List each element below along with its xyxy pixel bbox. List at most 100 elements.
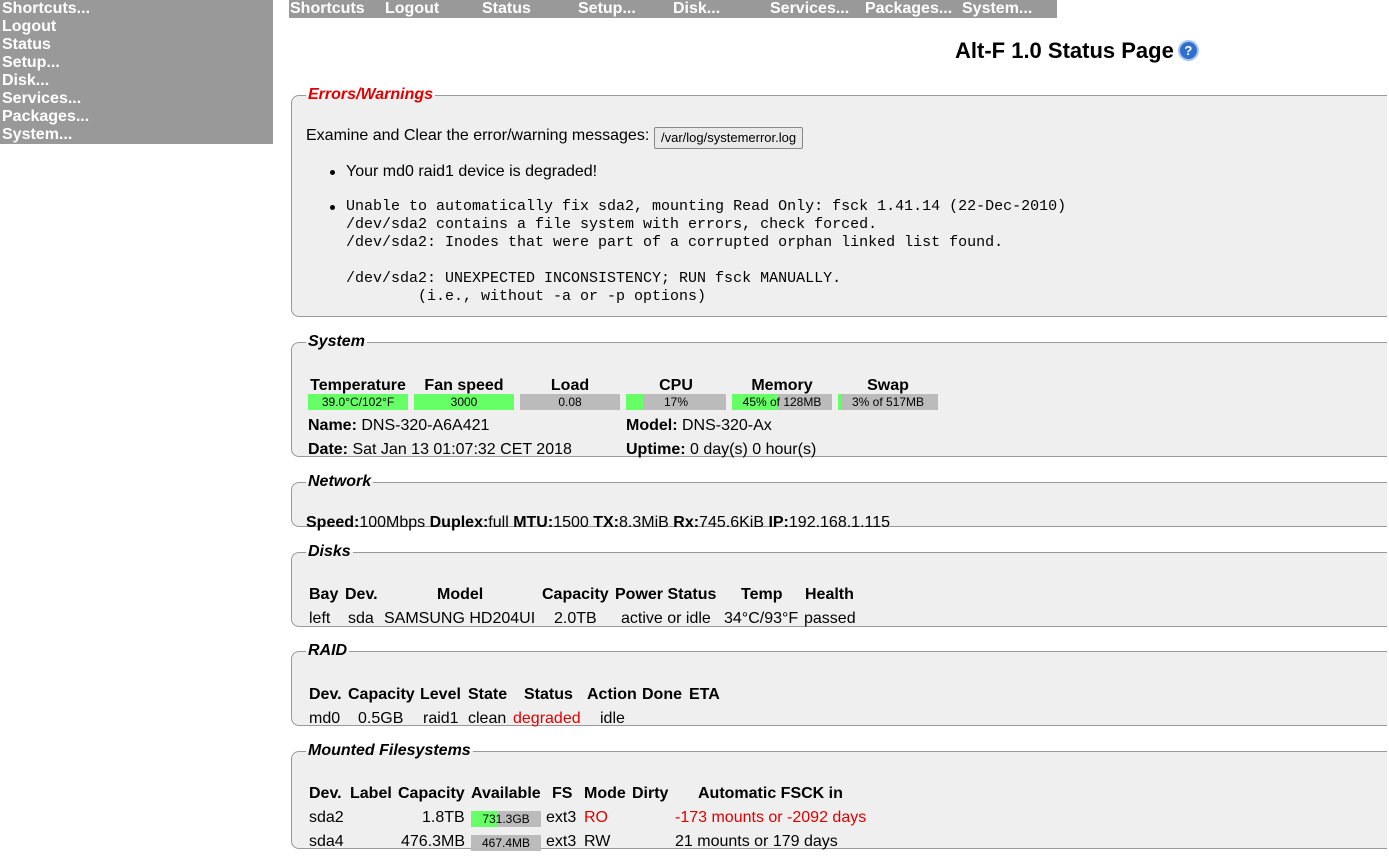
disk-power-status: active or idle	[621, 610, 711, 627]
top-menu-logout[interactable]: Logout	[385, 0, 439, 17]
fs-row2-dev: sda4	[309, 833, 344, 850]
gauge-label-0: Temperature	[310, 377, 406, 394]
gauge-bar-3: 17%	[626, 394, 726, 410]
disks-header-power: Power Status	[615, 586, 717, 603]
fs-row1-available: 731.3GB	[482, 812, 530, 826]
name-value: DNS-320-A6A421	[356, 417, 490, 434]
raid-level: raid1	[423, 710, 459, 727]
fs-header-fs: FS	[552, 785, 573, 802]
filesystems-panel: Mounted Filesystems Dev. Label Capacity …	[291, 742, 1387, 851]
disk-temp: 34°C/93°F	[724, 610, 799, 627]
sidebar-item-shortcuts[interactable]: Shortcuts...	[0, 0, 273, 18]
fs-row1-fs: ext3	[546, 809, 577, 826]
fs-header-capacity: Capacity	[398, 785, 465, 802]
disk-dev: sda	[348, 610, 374, 627]
duplex-label: Duplex:	[429, 514, 489, 531]
sidebar-menu: Shortcuts... Logout Status Setup... Disk…	[0, 0, 273, 144]
top-menu-system[interactable]: System...	[962, 0, 1032, 17]
disks-header-model: Model	[437, 586, 484, 603]
raid-header-dev: Dev.	[309, 686, 342, 703]
fs-row1-available-bar: 731.3GB	[471, 811, 541, 827]
raid-header-status: Status	[524, 686, 573, 703]
sidebar-item-disk[interactable]: Disk...	[0, 72, 273, 90]
raid-status: degraded	[513, 710, 581, 727]
fs-row2-available-bar: 467.4MB	[471, 835, 541, 851]
gauge-label-5: Swap	[867, 377, 909, 394]
fs-row2-available: 467.4MB	[481, 836, 531, 850]
fs-header-available: Available	[471, 785, 541, 802]
sidebar-item-packages[interactable]: Packages...	[0, 108, 273, 126]
gauge-label-2: Load	[550, 377, 590, 394]
fs-row2-fs: ext3	[546, 833, 577, 850]
rx-label: Rx:	[673, 514, 700, 531]
top-menu-shortcuts[interactable]: Shortcuts	[290, 0, 365, 17]
network-info: Speed:100Mbps Duplex:full MTU:1500 TX:8.…	[306, 514, 890, 532]
uptime-value: 0 day(s) 0 hour(s)	[685, 441, 817, 458]
disk-capacity: 2.0TB	[554, 610, 597, 627]
date-value: Sat Jan 13 01:07:32 CET 2018	[348, 441, 572, 458]
gauge-bar-4: 45% of 128MB	[732, 394, 832, 410]
disks-header-health: Health	[805, 586, 854, 603]
name-row: Name: DNS-320-A6A421	[308, 417, 489, 435]
disk-health: passed	[804, 610, 856, 627]
sidebar-item-services[interactable]: Services...	[0, 90, 273, 108]
fs-row2-fsck: 21 mounts or 179 days	[675, 833, 838, 850]
top-menu-disk[interactable]: Disk...	[673, 0, 720, 17]
date-label: Date:	[308, 441, 349, 458]
model-value: DNS-320-Ax	[677, 417, 772, 434]
disks-header-temp: Temp	[741, 586, 783, 603]
ip-value: 192.168.1.115	[788, 514, 891, 531]
network-panel: Network Speed:100Mbps Duplex:full MTU:15…	[291, 473, 1387, 531]
raid-header-eta: ETA	[689, 686, 720, 703]
error-message-fsck: Unable to automatically fix sda2, mounti…	[329, 198, 1067, 305]
network-legend: Network	[308, 473, 372, 490]
ip-label: IP:	[768, 514, 789, 531]
gauge-value-2: 0.08	[558, 395, 582, 409]
page-title: Alt-F 1.0 Status Page?	[955, 38, 1197, 64]
raid-capacity: 0.5GB	[358, 710, 404, 727]
sidebar-item-status[interactable]: Status	[0, 36, 273, 54]
disks-legend: Disks	[308, 543, 351, 560]
speed-value: 100Mbps	[359, 514, 426, 531]
gauge-bar-2: 0.08	[520, 394, 620, 410]
system-panel: System Temperature 39.0°C/102°F Fan speed 3…	[291, 333, 1387, 458]
gauge-bar-0: 39.0°C/102°F	[308, 394, 408, 410]
raid-action: idle	[600, 710, 625, 727]
examine-text: Examine and Clear the error/warning mess…	[306, 127, 650, 144]
errors-panel: Errors/Warnings Examine and Clear the er…	[291, 86, 1387, 317]
raid-dev: md0	[309, 710, 341, 727]
sidebar-item-logout[interactable]: Logout	[0, 18, 273, 36]
fs-header-dev: Dev.	[309, 785, 342, 802]
mtu-label: MTU:	[513, 514, 554, 531]
top-menu-services[interactable]: Services...	[770, 0, 849, 17]
fs-row1-fsck: -173 mounts or -2092 days	[675, 809, 867, 826]
sidebar-item-setup[interactable]: Setup...	[0, 54, 273, 72]
gauge-value-4: 45% of 128MB	[742, 395, 822, 409]
rx-value: 745.6KiB	[699, 514, 764, 531]
system-legend: System	[308, 333, 365, 350]
gauge-bar-5: 3% of 517MB	[838, 394, 938, 410]
errors-legend: Errors/Warnings	[308, 86, 434, 103]
fs-row1-dev: sda2	[309, 809, 344, 826]
top-menu-status[interactable]: Status	[482, 0, 531, 17]
filesystems-legend: Mounted Filesystems	[308, 742, 471, 759]
top-menu-packages[interactable]: Packages...	[865, 0, 952, 17]
speed-label: Speed:	[306, 514, 360, 531]
raid-panel: RAID Dev. Capacity Level State Status Ac…	[291, 642, 1387, 727]
gauge-value-1: 3000	[450, 395, 478, 409]
systemerror-log-button[interactable]: /var/log/systemerror.log	[654, 127, 804, 149]
disk-model: SAMSUNG HD204UI	[384, 610, 536, 627]
gauge-label-3: CPU	[659, 377, 693, 394]
raid-header-level: Level	[420, 686, 461, 703]
tx-label: TX:	[593, 514, 620, 531]
fs-row1-mode: RO	[584, 809, 608, 826]
top-menu-setup[interactable]: Setup...	[578, 0, 636, 17]
raid-header-state: State	[468, 686, 508, 703]
help-icon[interactable]: ?	[1179, 42, 1197, 59]
fs-header-mode: Mode	[584, 785, 626, 802]
fs-header-fsck: Automatic FSCK in	[698, 785, 843, 802]
gauge-value-3: 17%	[663, 395, 689, 409]
sidebar-item-system[interactable]: System...	[0, 126, 273, 144]
model-row: Model: DNS-320-Ax	[626, 417, 772, 435]
disks-header-bay: Bay	[309, 586, 339, 603]
